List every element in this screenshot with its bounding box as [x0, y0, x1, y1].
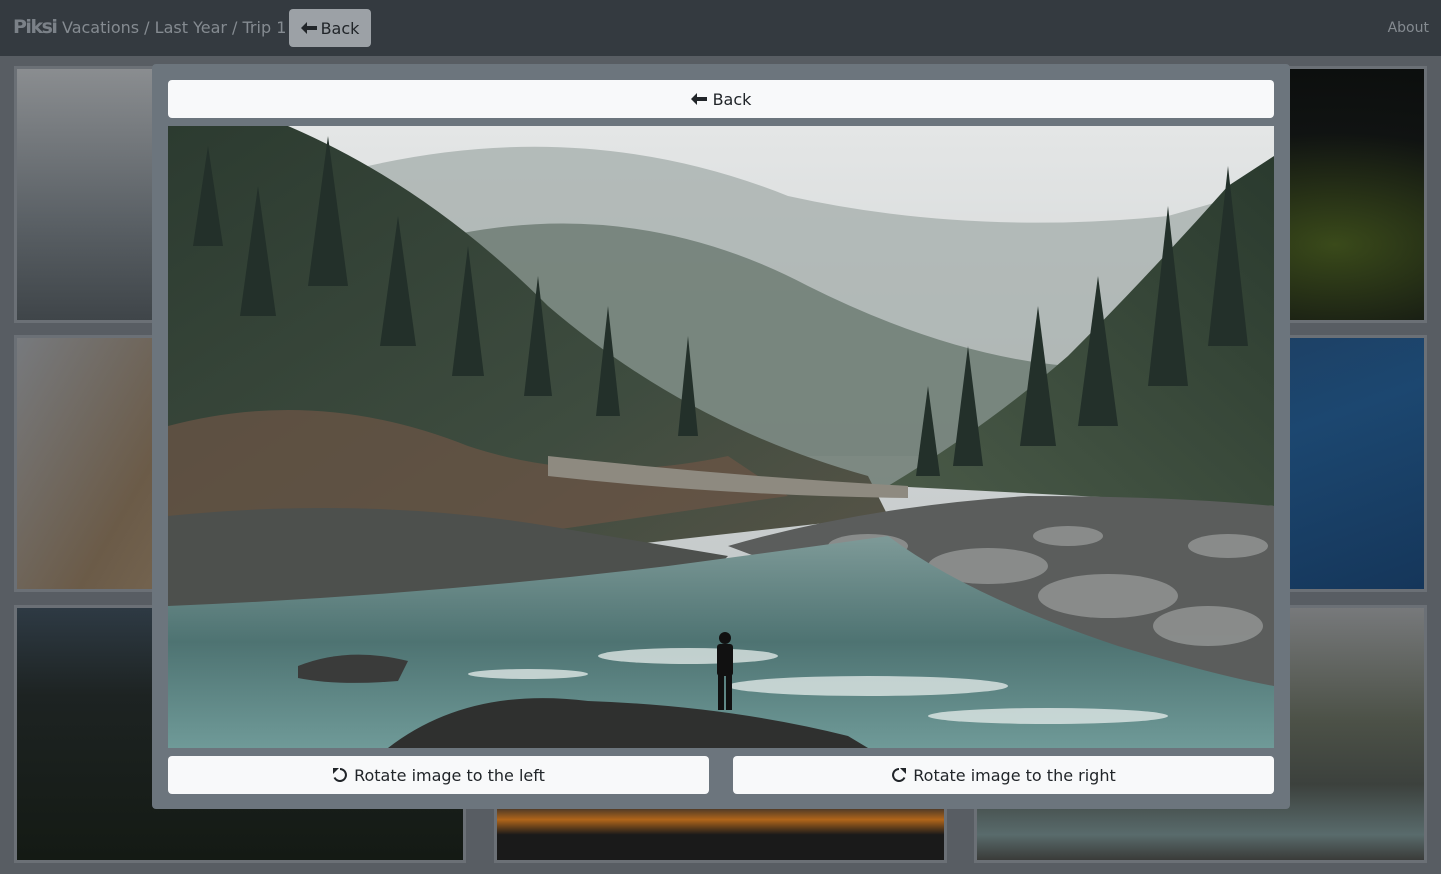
rotate-right-icon [891, 767, 907, 783]
arrow-left-icon [300, 22, 317, 34]
rotate-right-label: Rotate image to the right [913, 765, 1116, 785]
about-link[interactable]: About [1388, 20, 1429, 36]
full-size-photo [168, 126, 1274, 748]
rotate-left-button[interactable]: Rotate image to the left [168, 756, 709, 794]
modal-back-label: Back [712, 89, 752, 109]
breadcrumb: Vacations / Last Year / Trip 1 [62, 18, 287, 37]
arrow-left-icon [690, 93, 707, 105]
rotate-right-button[interactable]: Rotate image to the right [733, 756, 1274, 794]
brand-logo[interactable]: Piksi [13, 16, 58, 38]
modal-back-button[interactable]: Back [168, 80, 1274, 118]
rotate-left-label: Rotate image to the left [354, 765, 545, 785]
image-viewer-modal: Back Rotate image to the left Rotate ima… [152, 64, 1290, 809]
top-navbar: Piksi Vacations / Last Year / Trip 1 Bac… [0, 0, 1441, 56]
navbar-back-label: Back [320, 18, 360, 38]
navbar-back-button[interactable]: Back [289, 9, 371, 47]
rotate-left-icon [332, 767, 348, 783]
